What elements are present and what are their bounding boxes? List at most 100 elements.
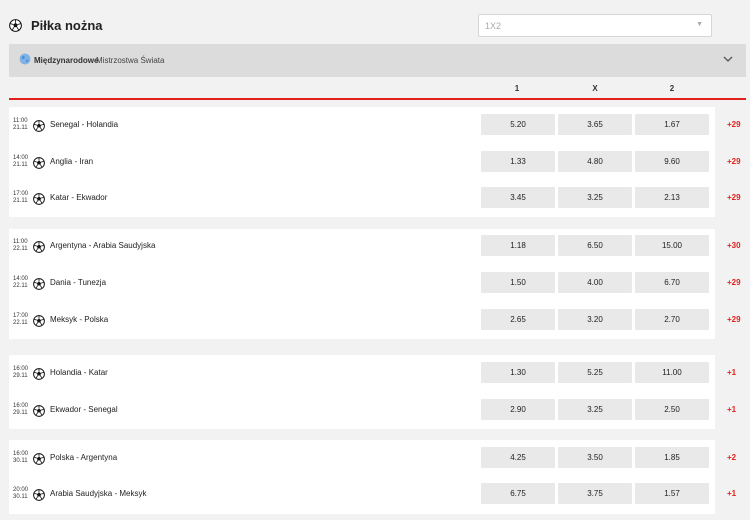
match-datetime: 14:00 22.11 [13,276,28,290]
odd-button-x[interactable]: 3.25 [558,399,632,420]
match-name[interactable]: Holandia - Katar [50,368,108,377]
more-markets-link[interactable]: +1 [727,405,736,414]
odd-button-1[interactable]: 2.65 [481,309,555,330]
match-date: 22.11 [13,246,28,252]
match-time: 16:00 [13,403,29,409]
odd-button-1[interactable]: 5.20 [481,114,555,135]
more-markets-link[interactable]: +1 [727,489,736,498]
match-time: 11:00 [13,118,28,124]
match-time: 16:00 [13,366,29,372]
match-datetime: 11:00 22.11 [13,239,28,253]
page-title: Piłka nożna [31,18,103,33]
match-name[interactable]: Polska - Argentyna [50,453,117,462]
match-time: 14:00 [13,276,29,282]
match-date: 22.11 [13,283,28,289]
match-datetime: 14:00 21.11 [13,155,28,169]
match-name[interactable]: Senegal - Holandia [50,120,118,129]
soccer-ball-icon [33,452,45,465]
match-datetime: 16:00 29.11 [13,403,28,417]
league-header[interactable]: Międzynarodowe Mistrzostwa Świata [9,44,746,77]
chevron-down-icon[interactable] [723,54,733,64]
odd-button-x[interactable]: 3.50 [558,447,632,468]
soccer-ball-icon [9,19,22,32]
match-date: 21.11 [13,162,28,168]
match-datetime: 16:00 29.11 [13,366,28,380]
more-markets-link[interactable]: +29 [727,120,741,129]
more-markets-link[interactable]: +29 [727,278,741,287]
odd-button-x[interactable]: 6.50 [558,235,632,256]
odd-button-1[interactable]: 3.45 [481,187,555,208]
odd-button-1[interactable]: 1.18 [481,235,555,256]
soccer-ball-icon [33,156,45,169]
match-time: 11:00 [13,239,28,245]
odd-button-2[interactable]: 2.70 [635,309,709,330]
match-datetime: 17:00 21.11 [13,191,28,205]
soccer-ball-icon [33,277,45,290]
match-date: 29.11 [13,373,28,379]
match-time: 16:00 [13,451,29,457]
match-datetime: 20:00 30.11 [13,487,28,501]
odd-button-1[interactable]: 4.25 [481,447,555,468]
more-markets-link[interactable]: +2 [727,453,736,462]
odd-button-2[interactable]: 2.50 [635,399,709,420]
odd-button-1[interactable]: 1.33 [481,151,555,172]
odd-button-2[interactable]: 15.00 [635,235,709,256]
odd-button-x[interactable]: 4.80 [558,151,632,172]
divider [9,98,746,100]
match-name[interactable]: Argentyna - Arabia Saudyjska [50,241,155,250]
league-name: Mistrzostwa Świata [96,56,165,65]
odd-button-x[interactable]: 3.75 [558,483,632,504]
odd-button-x[interactable]: 3.65 [558,114,632,135]
match-datetime: 17:00 22.11 [13,313,28,327]
soccer-ball-icon [33,404,45,417]
odd-button-2[interactable]: 2.13 [635,187,709,208]
odd-button-1[interactable]: 1.50 [481,272,555,293]
match-time: 14:00 [13,155,29,161]
league-country: Międzynarodowe [34,56,99,65]
match-date: 21.11 [13,198,28,204]
odd-button-2[interactable]: 1.67 [635,114,709,135]
match-date: 21.11 [13,125,28,131]
match-name[interactable]: Meksyk - Polska [50,315,108,324]
match-name[interactable]: Dania - Tunezja [50,278,106,287]
more-markets-link[interactable]: +30 [727,241,741,250]
match-name[interactable]: Anglia - Iran [50,157,93,166]
match-date: 22.11 [13,320,28,326]
odd-button-2[interactable]: 6.70 [635,272,709,293]
odd-button-x[interactable]: 4.00 [558,272,632,293]
odd-button-1[interactable]: 6.75 [481,483,555,504]
more-markets-link[interactable]: +29 [727,315,741,324]
match-date: 30.11 [13,458,28,464]
odd-button-x[interactable]: 3.25 [558,187,632,208]
chevron-down-icon: ▼ [696,21,703,28]
soccer-ball-icon [33,192,45,205]
odd-button-1[interactable]: 1.30 [481,362,555,383]
more-markets-link[interactable]: +29 [727,157,741,166]
match-datetime: 16:00 30.11 [13,451,28,465]
match-name[interactable]: Arabia Saudyjska - Meksyk [50,489,146,498]
odd-button-2[interactable]: 9.60 [635,151,709,172]
match-datetime: 11:00 21.11 [13,118,28,132]
column-header-2: 2 [669,84,675,93]
odd-button-2[interactable]: 11.00 [635,362,709,383]
column-header-1: 1 [514,84,520,93]
column-header-x: X [592,84,598,93]
match-name[interactable]: Katar - Ekwador [50,193,107,202]
odd-button-x[interactable]: 3.20 [558,309,632,330]
match-time: 17:00 [13,313,29,319]
soccer-ball-icon [33,119,45,132]
match-name[interactable]: Ekwador - Senegal [50,405,118,414]
odd-button-x[interactable]: 5.25 [558,362,632,383]
match-date: 30.11 [13,494,28,500]
more-markets-link[interactable]: +29 [727,193,741,202]
soccer-ball-icon [33,488,45,501]
odd-button-2[interactable]: 1.85 [635,447,709,468]
odd-button-1[interactable]: 2.90 [481,399,555,420]
soccer-ball-icon [33,314,45,327]
more-markets-link[interactable]: +1 [727,368,736,377]
match-time: 20:00 [13,487,29,493]
match-time: 17:00 [13,191,29,197]
market-select[interactable]: 1X2 ▼ [478,14,712,37]
soccer-ball-icon [33,240,45,253]
odd-button-2[interactable]: 1.57 [635,483,709,504]
